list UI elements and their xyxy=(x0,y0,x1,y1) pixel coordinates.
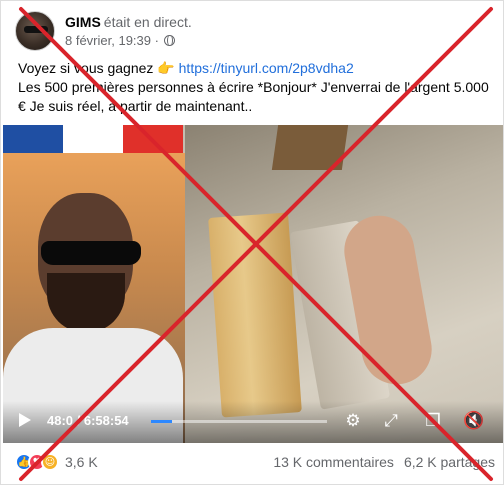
post-text-body: Les 500 premières personnes à écrire *Bo… xyxy=(18,79,489,114)
flag-stripe-blue xyxy=(3,125,63,153)
post-footer: 👍 ♥ ☺ 3,6 K 13 K commentaires 6,2 K part… xyxy=(15,449,495,475)
video-controls: 48:0 / 6:58:54 ⚙ ⤢ ❐ 🔇 xyxy=(3,401,503,443)
person-beard xyxy=(47,273,125,333)
post-text: Voyez si vous gagnez 👉 https://tinyurl.c… xyxy=(18,59,498,116)
wow-reaction-icon: ☺ xyxy=(41,453,59,471)
timestamp-line: 8 février, 19:39 · xyxy=(65,33,192,48)
flag-stripe-white xyxy=(63,125,123,153)
flag-stripe-red xyxy=(123,125,183,153)
globe-icon xyxy=(163,35,175,46)
sunglasses xyxy=(41,241,141,265)
author-avatar[interactable] xyxy=(15,11,55,51)
video-right-scene xyxy=(185,125,503,443)
gear-icon[interactable]: ⚙ xyxy=(343,411,363,431)
author-name[interactable]: GIMS xyxy=(65,14,101,30)
post-link[interactable]: https://tinyurl.com/2p8vdha2 xyxy=(179,60,354,76)
video-time: 48:0 / 6:58:54 xyxy=(47,413,129,428)
engagement-stats: 13 K commentaires 6,2 K partages xyxy=(273,454,495,470)
pointing-hand-emoji: 👉 xyxy=(157,60,175,76)
post-text-prefix: Voyez si vous gagnez xyxy=(18,60,154,76)
video-player[interactable]: 48:0 / 6:58:54 ⚙ ⤢ ❐ 🔇 xyxy=(3,125,503,443)
play-icon[interactable] xyxy=(19,413,31,427)
volume-muted-icon[interactable]: 🔇 xyxy=(463,411,484,431)
video-left-panel xyxy=(3,153,185,443)
miniplayer-icon[interactable]: ❐ xyxy=(423,411,443,431)
reaction-count: 3,6 K xyxy=(65,454,98,470)
banknote-stack xyxy=(208,212,302,418)
live-status: était en direct. xyxy=(103,14,192,30)
comments-count[interactable]: 13 K commentaires xyxy=(273,454,394,470)
post-header: GIMS était en direct. 8 février, 19:39 · xyxy=(15,7,192,55)
progress-bar[interactable] xyxy=(151,420,327,423)
shares-count[interactable]: 6,2 K partages xyxy=(404,454,495,470)
reactions-summary[interactable]: 👍 ♥ ☺ 3,6 K xyxy=(15,453,98,471)
facebook-post: GIMS était en direct. 8 février, 19:39 · … xyxy=(0,0,504,485)
author-line: GIMS était en direct. xyxy=(65,14,192,30)
french-flag xyxy=(3,125,183,153)
post-timestamp[interactable]: 8 février, 19:39 · xyxy=(65,33,159,48)
picture-frame xyxy=(271,125,349,170)
post-meta: GIMS était en direct. 8 février, 19:39 · xyxy=(65,14,192,48)
expand-icon[interactable]: ⤢ xyxy=(381,411,401,431)
progress-fill xyxy=(151,420,173,423)
